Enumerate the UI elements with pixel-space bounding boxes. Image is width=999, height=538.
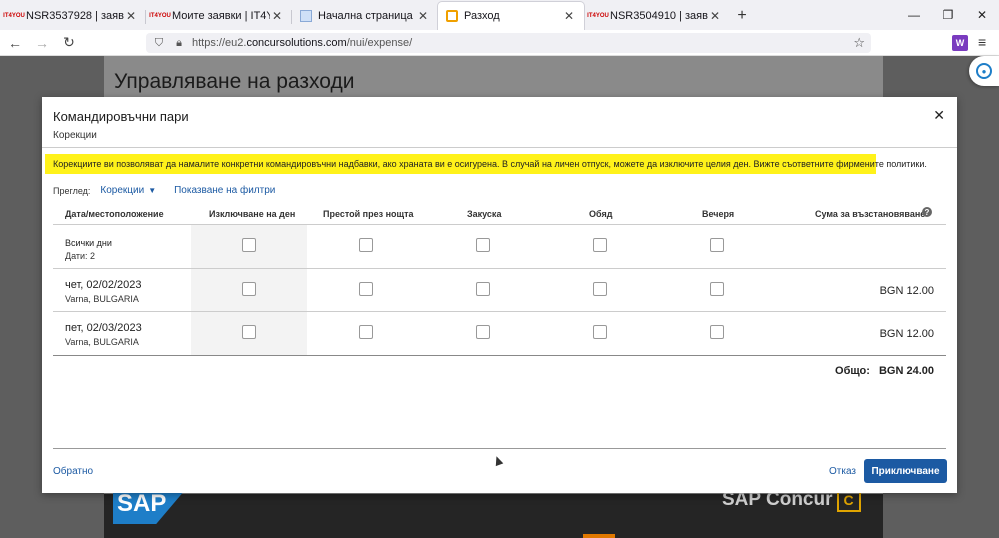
- col-lunch: Обяд: [589, 209, 613, 219]
- it4you-icon: IT4YOU: [149, 13, 171, 19]
- dialog-subtitle: Корекции: [53, 130, 97, 141]
- tab-title: Моите заявки | IT4YOU: [172, 10, 270, 22]
- checkbox-dinner[interactable]: [710, 325, 724, 339]
- checkbox-overnight-all[interactable]: [359, 238, 373, 252]
- total-label: Общо:: [835, 365, 870, 377]
- bookmark-star-icon[interactable]: ☆: [853, 35, 865, 51]
- table-header: Дата/местоположение Изключване на ден Пр…: [53, 202, 946, 225]
- tab-title: Начална страница: [318, 10, 413, 22]
- row-amount: BGN 12.00: [879, 284, 934, 297]
- col-dinner: Вечеря: [702, 209, 735, 219]
- view-label: Преглед:: [53, 185, 91, 196]
- concur-icon: [446, 10, 458, 22]
- window-close-icon[interactable]: ✕: [965, 0, 999, 30]
- checkbox-lunch[interactable]: [593, 281, 607, 296]
- checkbox-breakfast[interactable]: [476, 281, 490, 296]
- policy-notice: Корекциите ви позволяват да намалите кон…: [45, 154, 927, 174]
- checkbox-overnight[interactable]: [359, 281, 373, 296]
- cancel-link[interactable]: Отказ: [829, 466, 856, 477]
- reload-icon[interactable]: ↻: [57, 31, 81, 55]
- row-date: чет, 02/02/2023: [65, 278, 142, 291]
- forward-arrow-icon[interactable]: →: [30, 31, 54, 55]
- url-prefix: https://eu2.: [192, 37, 247, 49]
- table-row: чет, 02/02/2023 Varna, BULGARIA BGN 12.0…: [53, 268, 946, 312]
- col-overnight: Престой през нощта: [323, 209, 414, 219]
- all-days-label: Всички дни: [65, 238, 112, 248]
- checkbox-lunch[interactable]: [593, 325, 607, 339]
- url-path: /nui/expense/: [346, 37, 413, 49]
- table-row: пет, 02/03/2023 Varna, BULGARIA BGN 12.0…: [53, 312, 946, 356]
- finish-button[interactable]: Приключване: [864, 459, 947, 483]
- checkbox-overnight[interactable]: [359, 325, 373, 339]
- checkbox-lunch-all[interactable]: [593, 238, 607, 252]
- lock-icon[interactable]: 🔒︎: [172, 37, 186, 50]
- browser-tab-2[interactable]: IT4YOU Моите заявки | IT4YOU ✕: [146, 2, 292, 30]
- close-icon[interactable]: ✕: [270, 9, 284, 23]
- close-icon[interactable]: ✕: [562, 9, 576, 23]
- tab-title: Разход: [464, 10, 500, 22]
- orange-accent-bar: [583, 534, 615, 538]
- it4you-icon: IT4YOU: [587, 13, 609, 19]
- show-filters-link[interactable]: Показване на филтри: [174, 185, 275, 196]
- checkbox-exclude-all[interactable]: [242, 238, 256, 252]
- row-location: Varna, BULGARIA: [65, 293, 139, 304]
- checkbox-dinner[interactable]: [710, 281, 724, 296]
- table-row-all-days: Всички дни Дати: 2: [53, 225, 946, 269]
- new-tab-icon[interactable]: +: [730, 2, 754, 30]
- total-value: BGN 24.00: [878, 365, 934, 377]
- divider: [42, 147, 957, 148]
- page-icon: [300, 10, 312, 22]
- browser-tab-bar: IT4YOU NSR3537928 | заявката | IT4YOU ✕ …: [0, 0, 999, 30]
- col-exclude-day: Изключване на ден: [209, 209, 296, 219]
- close-icon[interactable]: ✕: [708, 9, 722, 23]
- travel-allowance-dialog: Командировъчни пари Корекции ✕ Корекциит…: [42, 97, 957, 493]
- all-days-dates: Дати: 2: [65, 251, 96, 261]
- url-host: concursolutions.com: [246, 37, 347, 49]
- restore-icon[interactable]: ❐: [931, 0, 965, 30]
- browser-tab-3[interactable]: Начална страница ✕: [292, 2, 438, 30]
- close-icon[interactable]: ✕: [416, 9, 430, 23]
- checkbox-exclude-day[interactable]: [242, 281, 256, 296]
- row-date: пет, 02/03/2023: [65, 322, 142, 334]
- allowance-table: Дата/местоположение Изключване на ден Пр…: [53, 202, 946, 356]
- hamburger-menu-icon[interactable]: ≡: [978, 34, 986, 50]
- page-title: Управляване на разходи: [114, 70, 355, 93]
- view-dropdown[interactable]: Корекции ▼: [100, 185, 156, 196]
- col-reimbursement: Сума за възстановяване: [815, 209, 926, 219]
- col-date-location: Дата/местоположение: [65, 209, 164, 219]
- row-location: Varna, BULGARIA: [65, 337, 139, 347]
- minimize-icon[interactable]: —: [897, 0, 931, 30]
- tab-title: NSR3504910 | заявката | IT4YOU: [610, 10, 708, 22]
- shield-icon[interactable]: ⛉: [152, 37, 166, 50]
- view-dropdown-value: Корекции: [100, 185, 145, 196]
- browser-nav-bar: ← → ↻ ⛉ 🔒︎ https://eu2. concursolutions.c…: [0, 30, 999, 56]
- extension-icon[interactable]: W: [952, 35, 968, 51]
- browser-tab-5[interactable]: IT4YOU NSR3504910 | заявката | IT4YOU ✕: [584, 2, 730, 30]
- url-bar[interactable]: ⛉ 🔒︎ https://eu2. concursolutions.com/nui…: [146, 33, 871, 53]
- view-selector-row: Преглед: Корекции ▼ Показване на филтри: [53, 185, 275, 196]
- chat-assistant-button[interactable]: ●: [969, 56, 999, 86]
- footer-divider: [53, 448, 946, 449]
- close-icon[interactable]: ✕: [933, 107, 945, 124]
- col-breakfast: Закуска: [467, 209, 502, 219]
- browser-tab-1[interactable]: IT4YOU NSR3537928 | заявката | IT4YOU ✕: [0, 2, 146, 30]
- checkbox-breakfast-all[interactable]: [476, 238, 490, 252]
- checkbox-dinner-all[interactable]: [710, 238, 724, 252]
- dialog-title: Командировъчни пари: [53, 109, 189, 124]
- back-arrow-icon[interactable]: ←: [3, 31, 27, 55]
- row-amount: BGN 12.00: [879, 328, 934, 340]
- checkbox-exclude-day[interactable]: [242, 325, 256, 339]
- chevron-down-icon: ▼: [148, 186, 157, 195]
- close-icon[interactable]: ✕: [124, 9, 138, 23]
- it4you-icon: IT4YOU: [3, 13, 25, 19]
- checkbox-breakfast[interactable]: [476, 325, 490, 339]
- total-amount: Общо: BGN 24.00: [835, 365, 934, 377]
- chat-icon: ●: [976, 63, 992, 79]
- tab-title: NSR3537928 | заявката | IT4YOU: [26, 10, 124, 22]
- back-link[interactable]: Обратно: [53, 466, 93, 477]
- window-controls: — ❐ ✕: [897, 0, 999, 30]
- browser-tab-4[interactable]: Разход ✕: [438, 2, 584, 30]
- help-icon[interactable]: ?: [922, 207, 932, 217]
